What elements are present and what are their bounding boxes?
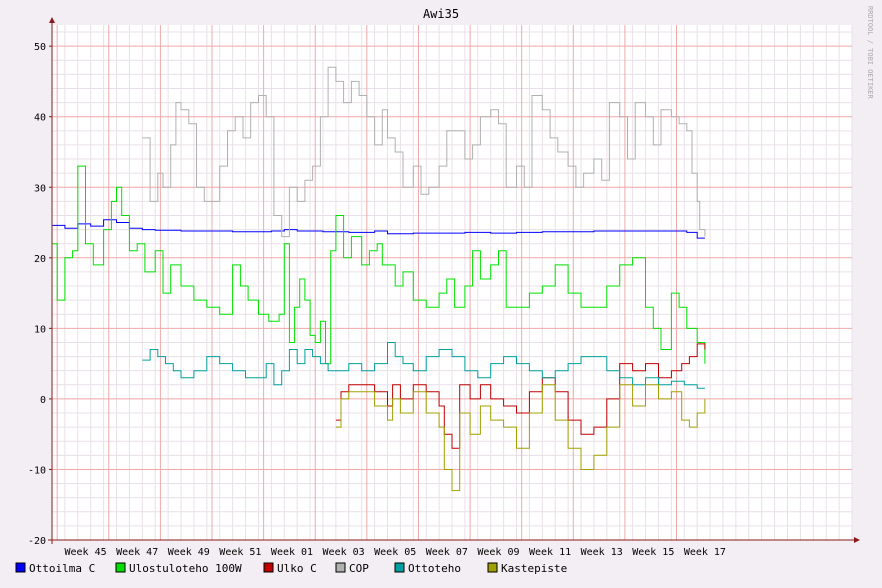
legend-swatch-3 [335,562,346,573]
chart-title: Awi35 [423,7,459,21]
legend-label-5: Kastepiste [501,562,567,575]
x-tick-label: Week 51 [219,547,261,558]
y-tick-label: 30 [34,183,46,194]
legend-swatch-1 [115,562,126,573]
x-tick-label: Week 05 [374,547,416,558]
x-tick-label: Week 17 [684,547,726,558]
x-tick-label: Week 45 [64,547,106,558]
y-tick-label: 40 [34,113,46,124]
y-tick-label: 50 [34,42,46,53]
x-tick-label: Week 49 [168,547,210,558]
legend-label-1: Ulostuloteho 100W [129,562,242,575]
watermark: RRDTOOL / TOBI OETIKER [866,6,874,100]
y-tick-label: 10 [34,324,46,335]
legend-label-0: Ottoilma C [29,562,95,575]
x-tick-label: Week 01 [271,547,313,558]
legend-swatch-4 [394,562,405,573]
x-tick-label: Week 07 [426,547,468,558]
legend-label-4: Ottoteho [408,562,461,575]
x-tick-label: Week 15 [632,547,674,558]
legend-label-2: Ulko C [277,562,317,575]
x-tick-label: Week 03 [323,547,365,558]
x-tick-label: Week 09 [477,547,519,558]
legend-label-3: COP [349,562,369,575]
x-tick-label: Week 11 [529,547,571,558]
x-tick-label: Week 47 [116,547,158,558]
legend-swatch-2 [263,562,274,573]
y-tick-label: -10 [28,465,46,476]
y-tick-label: 20 [34,254,46,265]
rrd-chart: -20 -10 0 10 20 30 40 50 Week 45 Week 47 Week 49 W… [0,0,882,588]
legend-swatch-0 [15,562,26,573]
x-tick-label: Week 13 [581,547,623,558]
y-tick-label: 0 [40,395,46,406]
y-tick-label: -20 [28,536,46,547]
legend-swatch-5 [487,562,498,573]
